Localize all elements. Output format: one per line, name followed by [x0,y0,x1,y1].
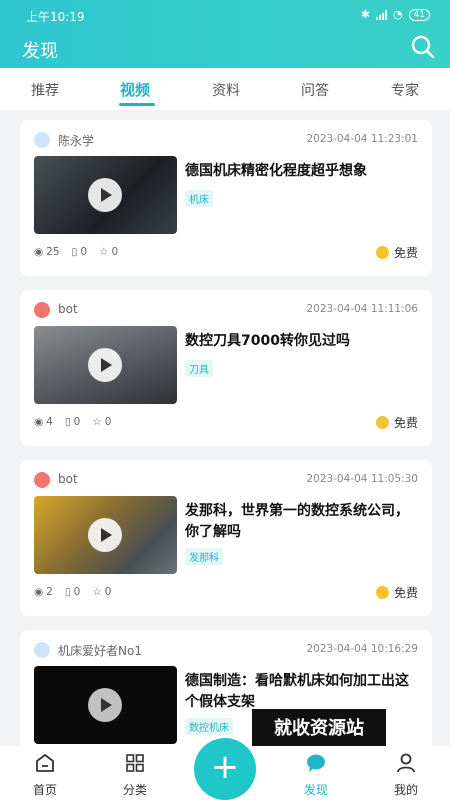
post-date: 2023-04-04 11:05:30 [306,473,418,485]
eye-icon: ◉ [34,246,44,258]
price-label: 免费 [393,246,418,260]
topic-tag[interactable]: 发那科 [185,548,223,565]
document-icon: ▯ [64,586,71,598]
nav-category-label: 分类 [122,783,147,797]
page-title: 发现 [22,41,58,62]
home-icon [36,754,54,772]
coin-icon [375,586,389,599]
tab-indicator [119,103,155,106]
play-icon[interactable] [88,178,122,212]
nav-mine-label: 我的 [393,783,418,797]
status-time: 上午10:19 [26,10,85,24]
price-label: 免费 [393,416,418,430]
category-tabs: 推荐 视频 资料 问答 专家 [0,68,450,110]
post-date: 2023-04-04 10:16:29 [306,643,418,655]
video-thumbnail[interactable] [34,326,177,404]
author-name: 机床爱好者No1 [58,644,142,658]
nav-discover-label: 发现 [303,783,328,797]
price-label: 免费 [393,586,418,600]
doc-count: 0 [73,586,81,598]
watermark-overlay: 就收资源站 [252,709,386,749]
coin-icon [375,246,389,259]
video-title[interactable]: 数控刀具7000转你见过吗 [185,331,420,352]
star-icon[interactable]: ☆ [92,416,101,428]
video-card[interactable]: bot 2023-04-04 11:11:06 数控刀具7000转你见过吗 刀具… [20,290,432,446]
search-icon[interactable] [410,34,436,60]
star-count: 0 [111,246,119,258]
tab-video[interactable]: 视频 [120,79,150,100]
author-name: bot [58,302,78,316]
nav-home[interactable]: 首页 [10,746,80,800]
video-title[interactable]: 德国机床精密化程度超乎想象 [185,161,420,182]
star-icon[interactable]: ☆ [99,246,108,258]
video-thumbnail[interactable] [34,496,177,574]
stats-row: ◉ 4 ▯ 0 ☆ 0 [34,416,111,428]
doc-count: 0 [73,416,81,428]
topic-tag[interactable]: 机床 [185,190,213,207]
topic-tag[interactable]: 刀具 [185,360,213,377]
battery-icon: 41 [408,8,430,21]
video-thumbnail[interactable] [34,156,177,234]
author-name: bot [58,472,78,486]
app-header: 上午10:19 ✱ ◔ 41 发现 [0,0,450,68]
view-count: 2 [46,586,53,598]
video-thumbnail[interactable] [34,666,177,744]
status-icons: ✱ ◔ 41 [361,8,430,21]
video-card[interactable]: bot 2023-04-04 11:05:30 发那科，世界第一的数控系统公司，… [20,460,432,616]
video-card[interactable]: 陈永学 2023-04-04 11:23:01 德国机床精密化程度超乎想象 机床… [20,120,432,276]
document-icon: ▯ [71,246,78,258]
star-count: 0 [104,586,112,598]
eye-icon: ◉ [34,416,44,428]
eye-icon: ◉ [34,586,44,598]
status-bar: 上午10:19 ✱ ◔ 41 [0,0,450,30]
price-badge: 免费 [375,584,418,601]
avatar [34,472,50,488]
avatar [34,132,50,148]
bluetooth-icon: ✱ [360,8,370,21]
topic-tag[interactable]: 数控机床 [185,718,233,735]
stats-row: ◉ 2 ▯ 0 ☆ 0 [34,586,111,598]
grid-icon [126,754,144,772]
play-icon[interactable] [88,688,122,722]
star-icon[interactable]: ☆ [92,586,101,598]
signal-icon [375,9,387,20]
tab-experts[interactable]: 专家 [391,80,419,100]
avatar [34,642,50,658]
post-date: 2023-04-04 11:23:01 [306,133,418,145]
add-button[interactable]: + [194,738,256,800]
nav-discover[interactable]: 发现 [281,746,351,800]
video-title[interactable]: 发那科，世界第一的数控系统公司，你了解吗 [185,501,420,543]
document-icon: ▯ [64,416,71,428]
nav-category[interactable]: 分类 [100,746,170,800]
video-title[interactable]: 德国制造：看哈默机床如何加工出这个假体支架 [185,671,420,713]
nav-mine[interactable]: 我的 [371,746,441,800]
discover-icon [307,754,325,772]
doc-count: 0 [80,246,88,258]
author-name: 陈永学 [58,134,95,148]
nav-home-label: 首页 [32,783,57,797]
avatar [34,302,50,318]
wifi-icon: ◔ [392,8,403,21]
view-count: 4 [46,416,53,428]
user-icon [397,753,415,773]
coin-icon [375,416,389,429]
view-count: 25 [46,246,60,258]
play-icon[interactable] [88,518,122,552]
post-date: 2023-04-04 11:11:06 [306,303,418,315]
star-count: 0 [104,416,112,428]
price-badge: 免费 [375,414,418,431]
tab-materials[interactable]: 资料 [212,80,240,100]
tab-recommend[interactable]: 推荐 [31,80,59,100]
price-badge: 免费 [375,244,418,261]
tab-qa[interactable]: 问答 [301,80,329,100]
stats-row: ◉ 25 ▯ 0 ☆ 0 [34,246,118,258]
play-icon[interactable] [88,348,122,382]
